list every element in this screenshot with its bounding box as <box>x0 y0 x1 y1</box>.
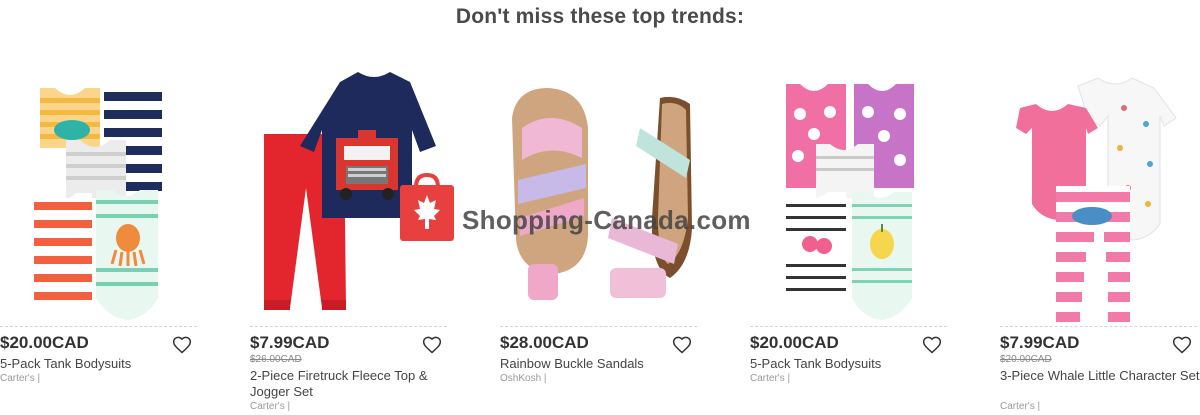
product-image[interactable] <box>250 68 450 328</box>
product-grid: $20.00CAD 5-Pack Tank Bodysuits Carter's… <box>0 58 1200 415</box>
product-card[interactable]: $7.99CAD $20.00CAD 3-Piece Whale Little … <box>1000 58 1200 415</box>
heart-icon[interactable] <box>922 335 942 355</box>
product-card[interactable]: $28.00CAD Rainbow Buckle Sandals OshKosh… <box>500 58 700 415</box>
product-image[interactable] <box>1000 68 1200 328</box>
card-divider <box>250 326 447 327</box>
heart-icon[interactable] <box>1172 335 1192 355</box>
product-card[interactable]: $20.00CAD 5-Pack Tank Bodysuits Carter's… <box>750 58 950 415</box>
product-image[interactable] <box>0 68 200 328</box>
product-name[interactable]: 3-Piece Whale Little Character Set <box>1000 368 1200 384</box>
price: $20.00CAD <box>0 333 89 352</box>
card-divider <box>750 326 947 327</box>
price: $7.99CAD <box>1000 333 1080 352</box>
card-divider <box>500 326 697 327</box>
product-name[interactable]: 2-Piece Firetruck Fleece Top & Jogger Se… <box>250 368 450 400</box>
brand-label[interactable]: OshKosh | <box>500 373 547 384</box>
brand-label[interactable]: Carter's | <box>0 373 40 384</box>
brand-label[interactable]: Carter's | <box>250 401 290 412</box>
price: $28.00CAD <box>500 333 589 352</box>
heart-icon[interactable] <box>672 335 692 355</box>
product-name[interactable]: 5-Pack Tank Bodysuits <box>750 356 950 372</box>
product-card[interactable]: $20.00CAD 5-Pack Tank Bodysuits Carter's… <box>0 58 200 415</box>
brand-label[interactable]: Carter's | <box>1000 401 1040 412</box>
product-image[interactable] <box>750 68 950 328</box>
heart-icon[interactable] <box>422 335 442 355</box>
product-name[interactable]: Rainbow Buckle Sandals <box>500 356 700 372</box>
product-image[interactable] <box>500 68 700 328</box>
original-price: $26.00CAD <box>250 354 302 365</box>
original-price: $20.00CAD <box>1000 354 1052 365</box>
card-divider <box>1000 326 1197 327</box>
price: $20.00CAD <box>750 333 839 352</box>
product-card[interactable]: $7.99CAD $26.00CAD 2-Piece Firetruck Fle… <box>250 58 450 415</box>
product-name[interactable]: 5-Pack Tank Bodysuits <box>0 356 200 372</box>
brand-label[interactable]: Carter's | <box>750 373 790 384</box>
price: $7.99CAD <box>250 333 330 352</box>
section-heading: Don't miss these top trends: <box>455 5 745 28</box>
heart-icon[interactable] <box>172 335 192 355</box>
card-divider <box>0 326 197 327</box>
